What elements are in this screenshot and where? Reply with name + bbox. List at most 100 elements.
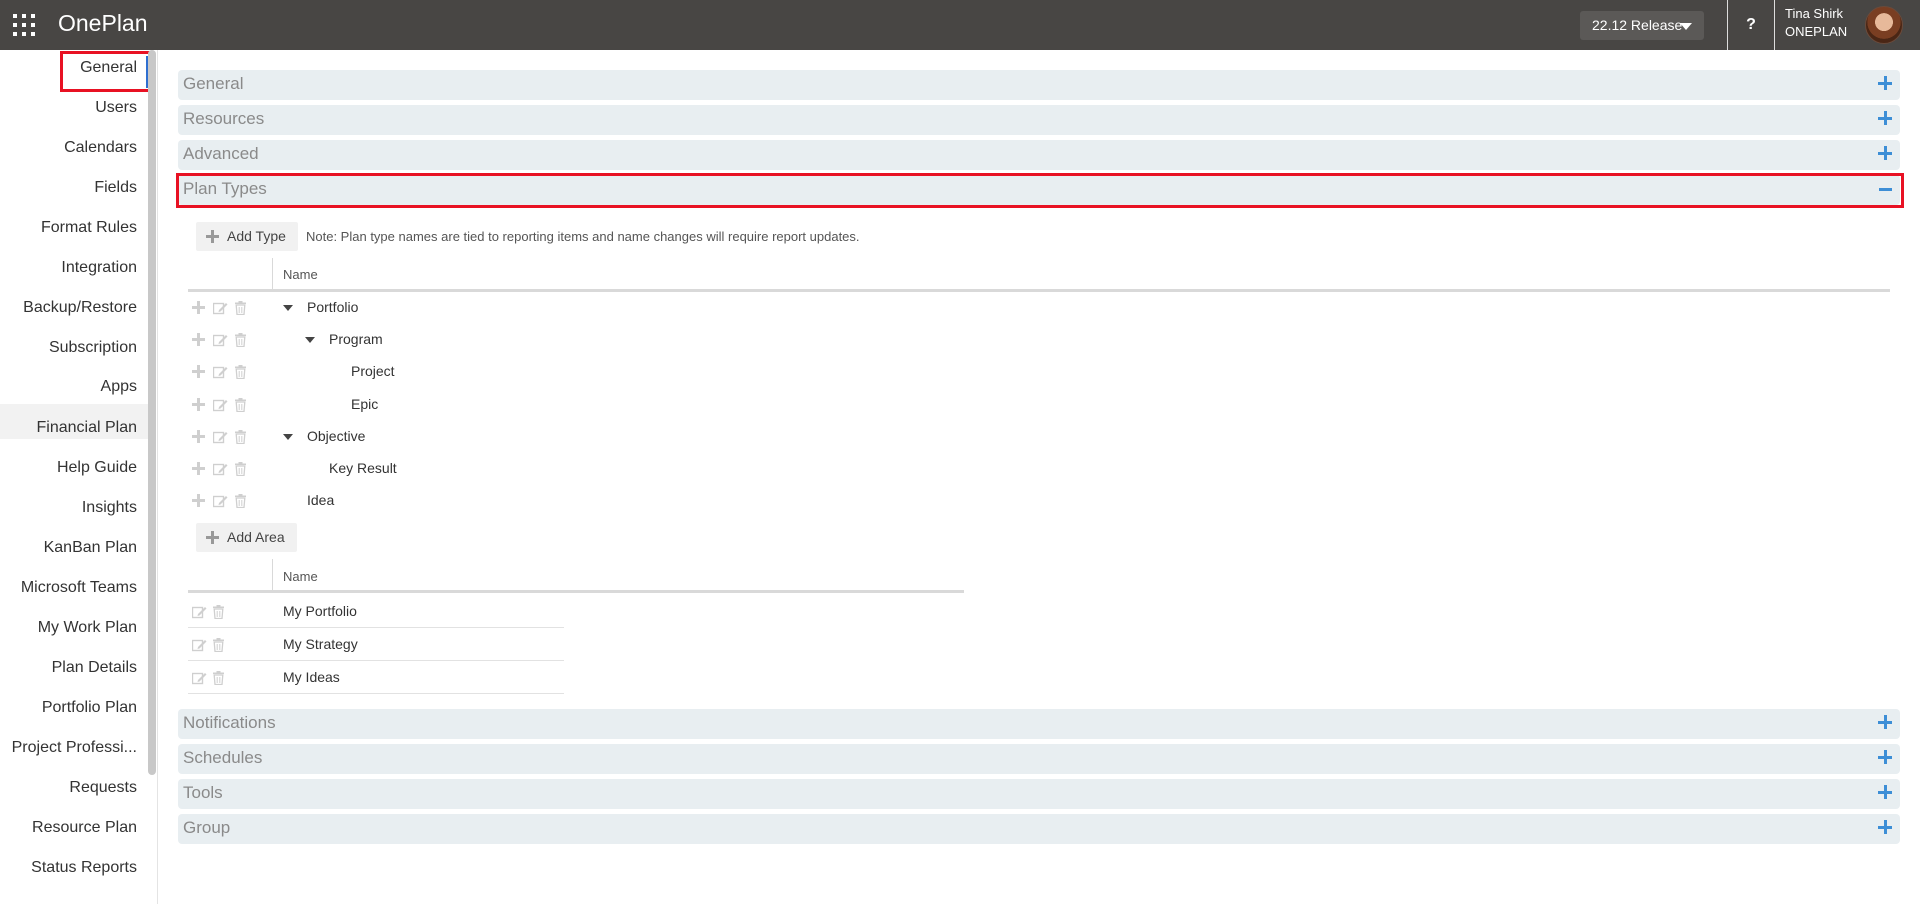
add-area-button[interactable]: Add Area [196,523,297,552]
type-name-header[interactable]: Name [283,267,318,282]
area-name[interactable]: My Ideas [283,669,340,685]
nav-item-microsoft-teams[interactable]: Microsoft Teams [21,579,137,597]
grid-column-divider [272,258,273,292]
add-child-icon[interactable] [192,462,205,475]
edit-icon[interactable] [212,462,228,476]
nav-item-plan-details[interactable]: Plan Details [52,659,137,677]
nav-item-calendars[interactable]: Calendars [64,139,137,157]
add-type-button[interactable]: Add Type [196,222,298,251]
user-name: Tina Shirk [1785,6,1844,21]
edit-icon[interactable] [191,671,207,685]
expand-plus-icon[interactable] [1878,820,1892,834]
nav-scrollbar[interactable] [148,50,156,775]
area-name[interactable]: My Strategy [283,636,358,652]
section-notifications[interactable]: Notifications [178,709,1900,739]
edit-icon[interactable] [191,638,207,652]
area-name-header[interactable]: Name [283,569,318,584]
nav-item-backup-restore[interactable]: Backup/Restore [23,299,137,317]
trash-icon[interactable] [235,462,246,477]
nav-item-subscription[interactable]: Subscription [49,339,137,357]
highlight-box-general [60,51,153,92]
add-child-icon[interactable] [192,333,205,346]
nav-item-fields[interactable]: Fields [94,179,137,197]
settings-nav: General Users Calendars Fields Format Ru… [0,50,148,904]
nav-item-users[interactable]: Users [95,99,137,117]
nav-item-integration[interactable]: Integration [61,259,137,277]
nav-item-financial-plan[interactable]: Financial Plan [37,419,138,437]
row-divider [188,693,564,694]
trash-icon[interactable] [213,605,224,620]
expand-caret-icon[interactable] [283,305,293,311]
plan-type-name[interactable]: Key Result [329,460,397,476]
row-divider [188,660,564,661]
expand-plus-icon[interactable] [1878,111,1892,125]
edit-icon[interactable] [212,398,228,412]
nav-item-resource-plan[interactable]: Resource Plan [32,819,137,837]
add-child-icon[interactable] [192,398,205,411]
nav-item-help-guide[interactable]: Help Guide [57,459,137,477]
nav-group-apps[interactable]: Apps [101,378,137,396]
avatar[interactable] [1865,6,1903,44]
section-title: General [183,74,244,93]
section-resources[interactable]: Resources [178,105,1900,135]
expand-plus-icon[interactable] [1878,715,1892,729]
edit-icon[interactable] [212,301,228,315]
expand-caret-icon[interactable] [283,434,293,440]
release-dropdown[interactable]: 22.12 Release [1580,11,1704,40]
section-general[interactable]: General [178,70,1900,100]
nav-item-portfolio-plan[interactable]: Portfolio Plan [42,699,137,717]
row-actions [191,604,232,620]
section-advanced[interactable]: Advanced [178,140,1900,170]
nav-item-my-work-plan[interactable]: My Work Plan [38,619,137,637]
user-info[interactable]: Tina Shirk ONEPLAN [1785,5,1875,41]
add-child-icon[interactable] [192,494,205,507]
edit-icon[interactable] [212,333,228,347]
chevron-down-icon [1680,23,1692,30]
expand-plus-icon[interactable] [1878,76,1892,90]
nav-item-format-rules[interactable]: Format Rules [41,219,137,237]
row-actions [192,493,252,509]
app-title: OnePlan [58,10,148,36]
section-tools[interactable]: Tools [178,779,1900,809]
expand-plus-icon[interactable] [1878,146,1892,160]
edit-icon[interactable] [191,605,207,619]
plan-type-name[interactable]: Epic [351,396,378,412]
nav-item-status-reports[interactable]: Status Reports [31,859,137,877]
nav-item-insights[interactable]: Insights [82,499,137,517]
add-child-icon[interactable] [192,365,205,378]
trash-icon[interactable] [213,671,224,686]
plan-type-name[interactable]: Objective [307,428,365,444]
expand-plus-icon[interactable] [1878,785,1892,799]
row-actions [191,670,232,686]
row-actions [191,637,232,653]
area-name[interactable]: My Portfolio [283,603,357,619]
expand-caret-icon[interactable] [305,337,315,343]
section-title: Tools [183,783,223,802]
plan-type-name[interactable]: Portfolio [307,299,358,315]
trash-icon[interactable] [235,494,246,509]
nav-item-project-professional[interactable]: Project Professi... [12,739,137,757]
grid-header-line [188,590,964,593]
app-launcher-icon[interactable] [13,14,35,36]
trash-icon[interactable] [235,365,246,380]
edit-icon[interactable] [212,494,228,508]
nav-item-kanban-plan[interactable]: KanBan Plan [44,539,137,557]
section-schedules[interactable]: Schedules [178,744,1900,774]
trash-icon[interactable] [235,301,246,316]
trash-icon[interactable] [213,638,224,653]
nav-item-requests[interactable]: Requests [69,779,137,797]
user-org: ONEPLAN [1785,24,1848,39]
add-child-icon[interactable] [192,301,205,314]
trash-icon[interactable] [235,333,246,348]
help-button[interactable]: ? [1727,0,1775,50]
expand-plus-icon[interactable] [1878,750,1892,764]
trash-icon[interactable] [235,430,246,445]
edit-icon[interactable] [212,365,228,379]
add-child-icon[interactable] [192,430,205,443]
plan-type-name[interactable]: Idea [307,492,334,508]
edit-icon[interactable] [212,430,228,444]
plan-type-name[interactable]: Project [351,363,395,379]
plan-type-name[interactable]: Program [329,331,383,347]
section-group[interactable]: Group [178,814,1900,844]
trash-icon[interactable] [235,398,246,413]
